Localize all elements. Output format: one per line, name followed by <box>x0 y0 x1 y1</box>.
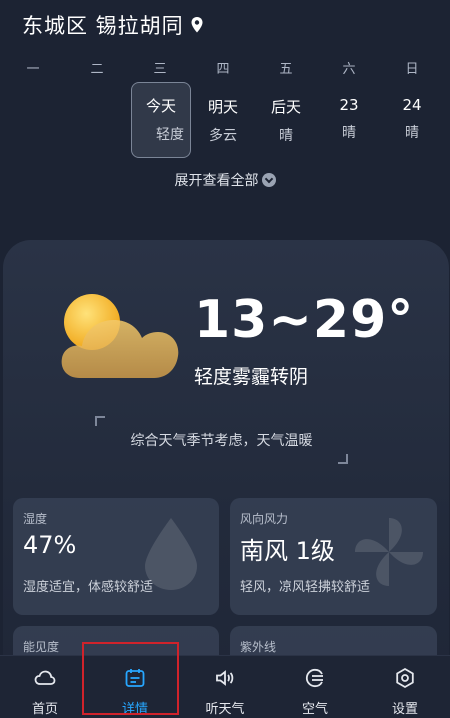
weekday-label: 三 <box>153 62 167 77</box>
air-icon <box>305 668 323 688</box>
weekday-label: 二 <box>90 62 104 77</box>
weather-condition: 轻度雾霾转阴 <box>194 366 309 388</box>
day-after-tomorrow[interactable]: 后天 晴 <box>257 84 315 145</box>
tile-label: 紫外线 <box>240 640 277 654</box>
temperature-range: 13~29° <box>194 290 415 350</box>
nav-label: 设置 <box>391 702 418 717</box>
location-name: 东城区 锡拉胡同 <box>22 14 184 38</box>
tip-text: 综合天气季节考虑，天气温暖 <box>130 433 313 449</box>
bottom-navigation: 首页 详情 听天气 空气 设置 <box>0 655 450 718</box>
cloud-icon <box>34 670 56 685</box>
nav-air[interactable]: 空气 <box>270 656 360 718</box>
day-condition: 轻度 <box>156 127 184 143</box>
day-24[interactable]: 24 晴 <box>383 84 441 142</box>
nav-home[interactable]: 首页 <box>0 656 90 718</box>
day-label: 今天 <box>145 97 176 115</box>
location-header[interactable]: 东城区 锡拉胡同 <box>22 10 204 40</box>
tip-bracket <box>338 454 348 464</box>
weekday-label: 四 <box>216 62 230 77</box>
day-label: 后天 <box>270 98 301 116</box>
forecast-days: 今天 轻度 明天 多云 后天 晴 23 晴 24 晴 <box>0 82 450 160</box>
nav-label: 首页 <box>31 702 58 717</box>
weekday-label: 五 <box>279 62 293 77</box>
nav-label: 听天气 <box>205 702 245 717</box>
day-condition: 晴 <box>342 125 356 141</box>
tile-label: 湿度 <box>23 512 48 526</box>
nav-listen-weather[interactable]: 听天气 <box>180 656 270 718</box>
day-tomorrow[interactable]: 明天 多云 <box>194 84 252 145</box>
weekday-label: 日 <box>405 62 419 77</box>
day-label: 23 <box>339 96 359 114</box>
day-condition: 多云 <box>209 128 237 144</box>
day-23[interactable]: 23 晴 <box>320 84 378 142</box>
tip-bracket <box>95 416 105 426</box>
tile-description: 湿度适宜，体感较舒适 <box>23 580 154 595</box>
gear-icon <box>396 667 414 689</box>
weekday-row: 一 二 三 四 五 六 日 <box>0 58 450 77</box>
highlight-box <box>82 642 179 715</box>
chevron-down-icon <box>261 173 276 187</box>
wind-tile[interactable]: 风向风力 南风 1级 轻风，凉风轻拂较舒适 <box>230 498 437 615</box>
tile-value: 47% <box>23 531 77 559</box>
day-label: 24 <box>402 96 422 114</box>
day-condition: 晴 <box>279 128 293 144</box>
tile-value: 南风 1级 <box>240 537 335 565</box>
nav-label: 空气 <box>301 702 328 717</box>
weekday-label: 一 <box>26 62 40 77</box>
day-condition: 晴 <box>405 125 419 141</box>
expand-all-button[interactable]: 展开查看全部 <box>0 170 450 190</box>
speaker-icon <box>216 670 234 686</box>
day-label: 明天 <box>207 98 238 116</box>
tile-label: 能见度 <box>23 640 60 654</box>
expand-label: 展开查看全部 <box>174 173 259 189</box>
humidity-tile[interactable]: 湿度 47% 湿度适宜，体感较舒适 <box>13 498 219 615</box>
nav-settings[interactable]: 设置 <box>360 656 450 718</box>
weekday-label: 六 <box>342 62 356 77</box>
sun-cloud-icon <box>61 294 179 378</box>
weather-tip: 综合天气季节考虑，天气温暖 <box>95 416 348 464</box>
location-pin-icon <box>191 17 203 33</box>
tile-description: 轻风，凉风轻拂较舒适 <box>240 580 371 595</box>
tile-label: 风向风力 <box>240 512 289 526</box>
day-today[interactable]: 今天 轻度 <box>131 82 191 158</box>
